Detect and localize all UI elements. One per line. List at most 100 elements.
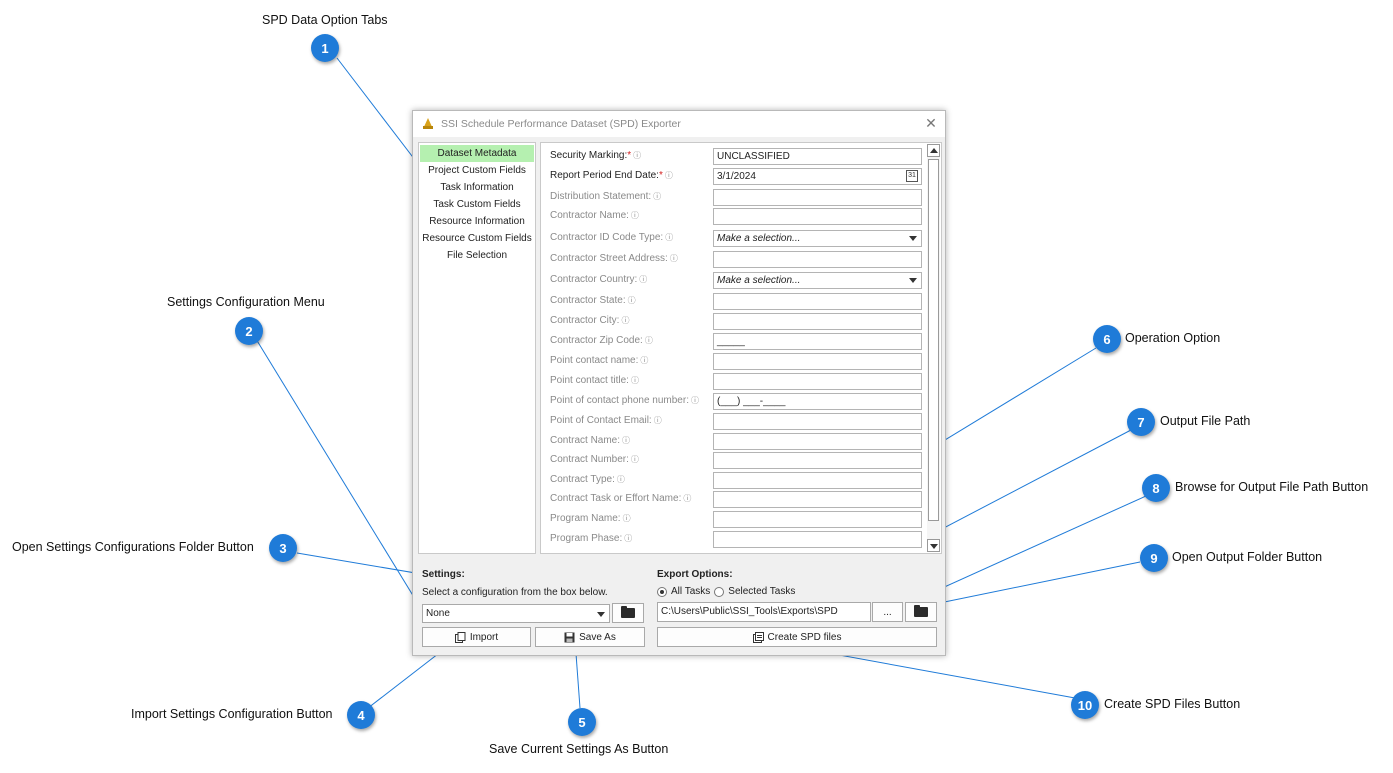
info-icon: ⓘ xyxy=(630,211,639,220)
callout-text-10: Create SPD Files Button xyxy=(1104,697,1241,711)
tab-task-information[interactable]: Task Information xyxy=(420,179,534,196)
close-icon[interactable]: ✕ xyxy=(923,115,939,131)
open-output-folder-button[interactable] xyxy=(905,602,937,622)
field-label: Distribution Statement: xyxy=(550,191,652,202)
contract-type-field[interactable] xyxy=(713,472,922,489)
leader-line-2 xyxy=(255,338,421,608)
scroll-up-icon[interactable] xyxy=(927,144,940,157)
field-label: Contract Number: xyxy=(550,454,629,465)
folder-open-icon xyxy=(914,605,928,617)
callout-badge-4: 4 xyxy=(347,701,375,729)
info-icon: ⓘ xyxy=(616,475,625,484)
contractor-country-select[interactable]: Make a selection... xyxy=(713,272,922,289)
callout-badge-1: 1 xyxy=(311,34,339,62)
contractor-id-code-type-select[interactable]: Make a selection... xyxy=(713,230,922,247)
report-period-end-date-field[interactable]: 3/1/2024 31 xyxy=(713,168,922,185)
spd-data-option-tabs: Dataset Metadata Project Custom Fields T… xyxy=(418,142,536,554)
callout-text-8: Browse for Output File Path Button xyxy=(1175,480,1369,494)
tab-task-custom-fields[interactable]: Task Custom Fields xyxy=(420,196,534,213)
contract-number-field[interactable] xyxy=(713,452,922,469)
save-as-settings-button[interactable]: Save As xyxy=(535,627,645,647)
callout-badge-7: 7 xyxy=(1127,408,1155,436)
callout-text-9: Open Output Folder Button xyxy=(1172,550,1323,564)
info-icon: ⓘ xyxy=(630,455,639,464)
metadata-form: Security Marking:* ⓘ UNCLASSIFIED Report … xyxy=(540,142,942,554)
export-options-title: Export Options: xyxy=(657,569,733,580)
create-spd-files-button[interactable]: Create SPD files xyxy=(657,627,937,647)
title-bar: SSI Schedule Performance Dataset (SPD) E… xyxy=(413,111,945,137)
info-icon: ⓘ xyxy=(639,275,648,284)
info-icon: ⓘ xyxy=(633,151,642,160)
contract-name-field[interactable] xyxy=(713,433,922,450)
form-row: Contractor City: ⓘ xyxy=(550,313,922,330)
form-scrollbar[interactable] xyxy=(927,144,940,552)
distribution-statement-field[interactable] xyxy=(713,189,922,206)
select-value: Make a selection... xyxy=(717,233,801,244)
callout-badge-5: 5 xyxy=(568,708,596,736)
import-icon xyxy=(454,631,466,643)
contractor-street-address-field[interactable] xyxy=(713,251,922,268)
field-label: Contractor Country: xyxy=(550,274,638,285)
callout-text-6: Operation Option xyxy=(1125,331,1221,345)
field-label: Contract Task or Effort Name: xyxy=(550,493,682,504)
tab-resource-information[interactable]: Resource Information xyxy=(420,213,534,230)
selected-tasks-label: Selected Tasks xyxy=(728,586,796,597)
save-as-label: Save As xyxy=(579,631,616,643)
point-contact-title-field[interactable] xyxy=(713,373,922,390)
callout-text-1: SPD Data Option Tabs xyxy=(262,13,388,27)
scroll-thumb[interactable] xyxy=(928,159,939,521)
calendar-icon[interactable]: 31 xyxy=(906,170,918,182)
form-row: Contract Name: ⓘ xyxy=(550,433,922,450)
settings-configuration-menu[interactable]: None xyxy=(422,604,610,623)
tab-file-selection[interactable]: File Selection xyxy=(420,247,534,264)
window-title: SSI Schedule Performance Dataset (SPD) E… xyxy=(441,118,681,130)
field-label: Contractor Street Address: xyxy=(550,253,668,264)
tab-resource-custom-fields[interactable]: Resource Custom Fields xyxy=(420,230,534,247)
callout-text-3: Open Settings Configurations Folder Butt… xyxy=(12,540,254,554)
output-file-path-input[interactable]: C:\Users\Public\SSI_Tools\Exports\SPD xyxy=(657,602,871,622)
create-files-icon xyxy=(752,631,764,643)
program-phase-field[interactable] xyxy=(713,531,922,548)
folder-open-icon xyxy=(621,606,635,618)
tab-project-custom-fields[interactable]: Project Custom Fields xyxy=(420,162,534,179)
contractor-state-field[interactable] xyxy=(713,293,922,310)
form-row: Program Phase: ⓘ xyxy=(550,531,922,548)
point-of-contact-email-field[interactable] xyxy=(713,413,922,430)
point-of-contact-phone-field[interactable]: (___) ___-____ xyxy=(713,393,922,410)
form-row: Program Name: ⓘ xyxy=(550,511,922,528)
callout-badge-6: 6 xyxy=(1093,325,1121,353)
contractor-zip-code-field[interactable]: _____ xyxy=(713,333,922,350)
program-name-field[interactable] xyxy=(713,511,922,528)
security-marking-field[interactable]: UNCLASSIFIED xyxy=(713,148,922,165)
select-value: Make a selection... xyxy=(717,275,801,286)
form-row: Contractor Street Address: ⓘ xyxy=(550,251,922,268)
info-icon: ⓘ xyxy=(665,233,674,242)
info-icon: ⓘ xyxy=(653,416,662,425)
field-label: Point contact title: xyxy=(550,375,629,386)
info-icon: ⓘ xyxy=(640,356,649,365)
browse-output-path-button[interactable]: ... xyxy=(872,602,903,622)
scroll-down-icon[interactable] xyxy=(927,539,940,552)
contract-task-effort-name-field[interactable] xyxy=(713,491,922,508)
contractor-city-field[interactable] xyxy=(713,313,922,330)
info-icon: ⓘ xyxy=(621,316,630,325)
field-label: Point of contact phone number: xyxy=(550,395,689,406)
form-row: Contract Type: ⓘ xyxy=(550,472,922,489)
app-logo-icon xyxy=(423,118,433,129)
point-contact-name-field[interactable] xyxy=(713,353,922,370)
save-disk-icon xyxy=(564,632,575,642)
info-icon: ⓘ xyxy=(669,254,678,263)
form-row: Point contact title: ⓘ xyxy=(550,373,922,390)
selected-tasks-radio[interactable] xyxy=(714,586,725,597)
form-row: Point of contact phone number: ⓘ (___) __… xyxy=(550,393,922,410)
all-tasks-radio[interactable] xyxy=(657,586,667,597)
info-icon: ⓘ xyxy=(622,514,631,523)
import-settings-button[interactable]: Import xyxy=(422,627,531,647)
contractor-name-field[interactable] xyxy=(713,208,922,225)
settings-selected-value: None xyxy=(426,608,450,619)
info-icon: ⓘ xyxy=(644,336,653,345)
form-row: Distribution Statement: ⓘ xyxy=(550,189,922,206)
tab-dataset-metadata[interactable]: Dataset Metadata xyxy=(420,145,534,162)
open-settings-folder-button[interactable] xyxy=(612,603,644,623)
import-label: Import xyxy=(469,631,499,643)
